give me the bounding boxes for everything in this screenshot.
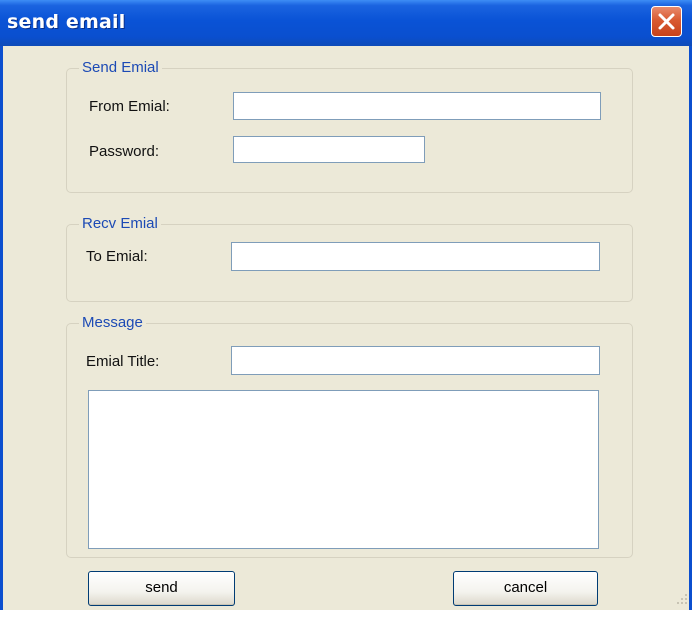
window-frame-left: [0, 46, 3, 610]
resize-grip-icon[interactable]: [675, 592, 689, 606]
to-email-label: To Emial:: [86, 248, 148, 265]
send-button[interactable]: send: [88, 571, 235, 606]
password-input[interactable]: [233, 136, 425, 163]
close-button[interactable]: [651, 6, 682, 37]
from-email-input[interactable]: [233, 92, 601, 120]
send-email-window: send email Send Emial From Emial: Passwo…: [0, 0, 692, 610]
title-bar[interactable]: send email: [0, 0, 692, 46]
message-body-textarea[interactable]: [88, 390, 599, 549]
send-email-group: Send Emial: [66, 58, 633, 193]
email-title-label: Emial Title:: [86, 353, 160, 370]
close-icon: [658, 13, 675, 30]
recv-email-legend: Recv Emial: [79, 214, 161, 234]
email-title-input[interactable]: [231, 346, 600, 375]
from-email-label: From Emial:: [89, 98, 170, 115]
to-email-input[interactable]: [231, 242, 600, 271]
cancel-button[interactable]: cancel: [453, 571, 598, 606]
message-legend: Message: [79, 313, 146, 333]
window-title: send email: [7, 11, 126, 33]
password-label: Password:: [89, 143, 160, 160]
send-email-legend: Send Emial: [79, 58, 162, 78]
